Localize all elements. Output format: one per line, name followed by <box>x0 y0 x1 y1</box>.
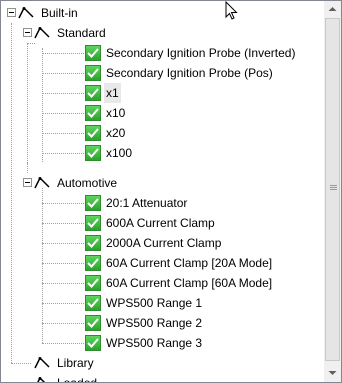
tree-item-label: 60A Current Clamp [20A Mode] <box>106 256 273 270</box>
checkbox-checked-icon[interactable] <box>85 85 101 101</box>
tree-node-automotive[interactable]: Automotive <box>1 163 324 193</box>
tree-item-label: WPS500 Range 2 <box>106 316 203 330</box>
probe-icon <box>34 177 50 189</box>
tree-node-builtin[interactable]: Built-in <box>1 3 324 23</box>
tree-item-label: 2000A Current Clamp <box>106 236 222 250</box>
checkbox-checked-icon[interactable] <box>85 215 101 231</box>
checkbox-checked-icon[interactable] <box>85 255 101 271</box>
checkbox-checked-icon[interactable] <box>85 125 101 141</box>
checkbox-checked-icon[interactable] <box>85 235 101 251</box>
checkbox-checked-icon[interactable] <box>85 195 101 211</box>
tree-node-label: Built-in <box>41 6 78 20</box>
checkbox-checked-icon[interactable] <box>85 335 101 351</box>
tree-item-label: 20:1 Attenuator <box>106 196 188 210</box>
tree-item-label: x1 <box>104 83 121 103</box>
tree-node-library[interactable]: Library <box>1 353 324 373</box>
tree-item[interactable]: WPS500 Range 2 <box>1 313 324 333</box>
mouse-pointer-icon <box>225 1 238 20</box>
checkbox-checked-icon[interactable] <box>85 105 101 121</box>
probe-tree-panel: Built-in Standard Secondary Ignition Pro… <box>0 0 342 383</box>
collapse-icon[interactable] <box>23 28 32 37</box>
checkbox-checked-icon[interactable] <box>85 65 101 81</box>
scroll-down-button[interactable] <box>324 365 341 382</box>
tree-item[interactable]: 60A Current Clamp [60A Mode] <box>1 273 324 293</box>
probe-icon <box>34 357 50 369</box>
tree-item[interactable]: x20 <box>1 123 324 143</box>
tree-item-label: WPS500 Range 1 <box>106 296 203 310</box>
checkbox-checked-icon[interactable] <box>85 295 101 311</box>
tree-item[interactable]: Secondary Ignition Probe (Inverted) <box>1 43 324 63</box>
checkbox-checked-icon[interactable] <box>85 45 101 61</box>
tree-item[interactable]: x1 <box>1 83 324 103</box>
checkbox-checked-icon[interactable] <box>85 275 101 291</box>
scroll-thumb[interactable] <box>325 18 340 361</box>
collapse-icon[interactable] <box>7 8 16 17</box>
probe-icon <box>37 377 46 382</box>
tree-item[interactable]: Secondary Ignition Probe (Pos) <box>1 63 324 83</box>
tree-item-label: x100 <box>106 146 133 160</box>
tree-item-label: WPS500 Range 3 <box>106 336 203 350</box>
tree-item[interactable]: 60A Current Clamp [20A Mode] <box>1 253 324 273</box>
tree-node-standard[interactable]: Standard <box>1 23 324 43</box>
tree-node-loaded[interactable]: Loaded <box>1 373 324 382</box>
tree-item[interactable]: x10 <box>1 103 324 123</box>
tree-node-label: Loaded <box>57 373 97 382</box>
tree-node-label: Standard <box>57 26 106 40</box>
scroll-up-button[interactable] <box>324 1 341 18</box>
tree-item[interactable]: 600A Current Clamp <box>1 213 324 233</box>
vertical-scrollbar[interactable] <box>324 1 341 382</box>
tree-item[interactable]: 2000A Current Clamp <box>1 233 324 253</box>
tree-item-label: Secondary Ignition Probe (Pos) <box>106 66 273 80</box>
tree-item[interactable]: 20:1 Attenuator <box>1 193 324 213</box>
probe-icon <box>18 7 34 19</box>
tree-item-label: x10 <box>106 106 126 120</box>
collapse-icon[interactable] <box>23 178 32 187</box>
tree-node-label: Automotive <box>57 176 118 190</box>
tree-item[interactable]: x100 <box>1 143 324 163</box>
tree-item-label: x20 <box>106 126 126 140</box>
tree-item-label: Secondary Ignition Probe (Inverted) <box>106 46 296 60</box>
checkbox-checked-icon[interactable] <box>85 145 101 161</box>
tree-item-label: 60A Current Clamp [60A Mode] <box>106 276 273 290</box>
tree-item[interactable]: WPS500 Range 1 <box>1 293 324 313</box>
arrow-down-icon <box>328 371 337 375</box>
arrow-up-icon <box>328 7 337 11</box>
tree-item[interactable]: WPS500 Range 3 <box>1 333 324 353</box>
tree-node-label: Library <box>57 356 94 370</box>
checkbox-checked-icon[interactable] <box>85 315 101 331</box>
probe-tree[interactable]: Built-in Standard Secondary Ignition Pro… <box>1 1 324 382</box>
tree-item-label: 600A Current Clamp <box>106 216 215 230</box>
probe-icon <box>34 27 50 39</box>
